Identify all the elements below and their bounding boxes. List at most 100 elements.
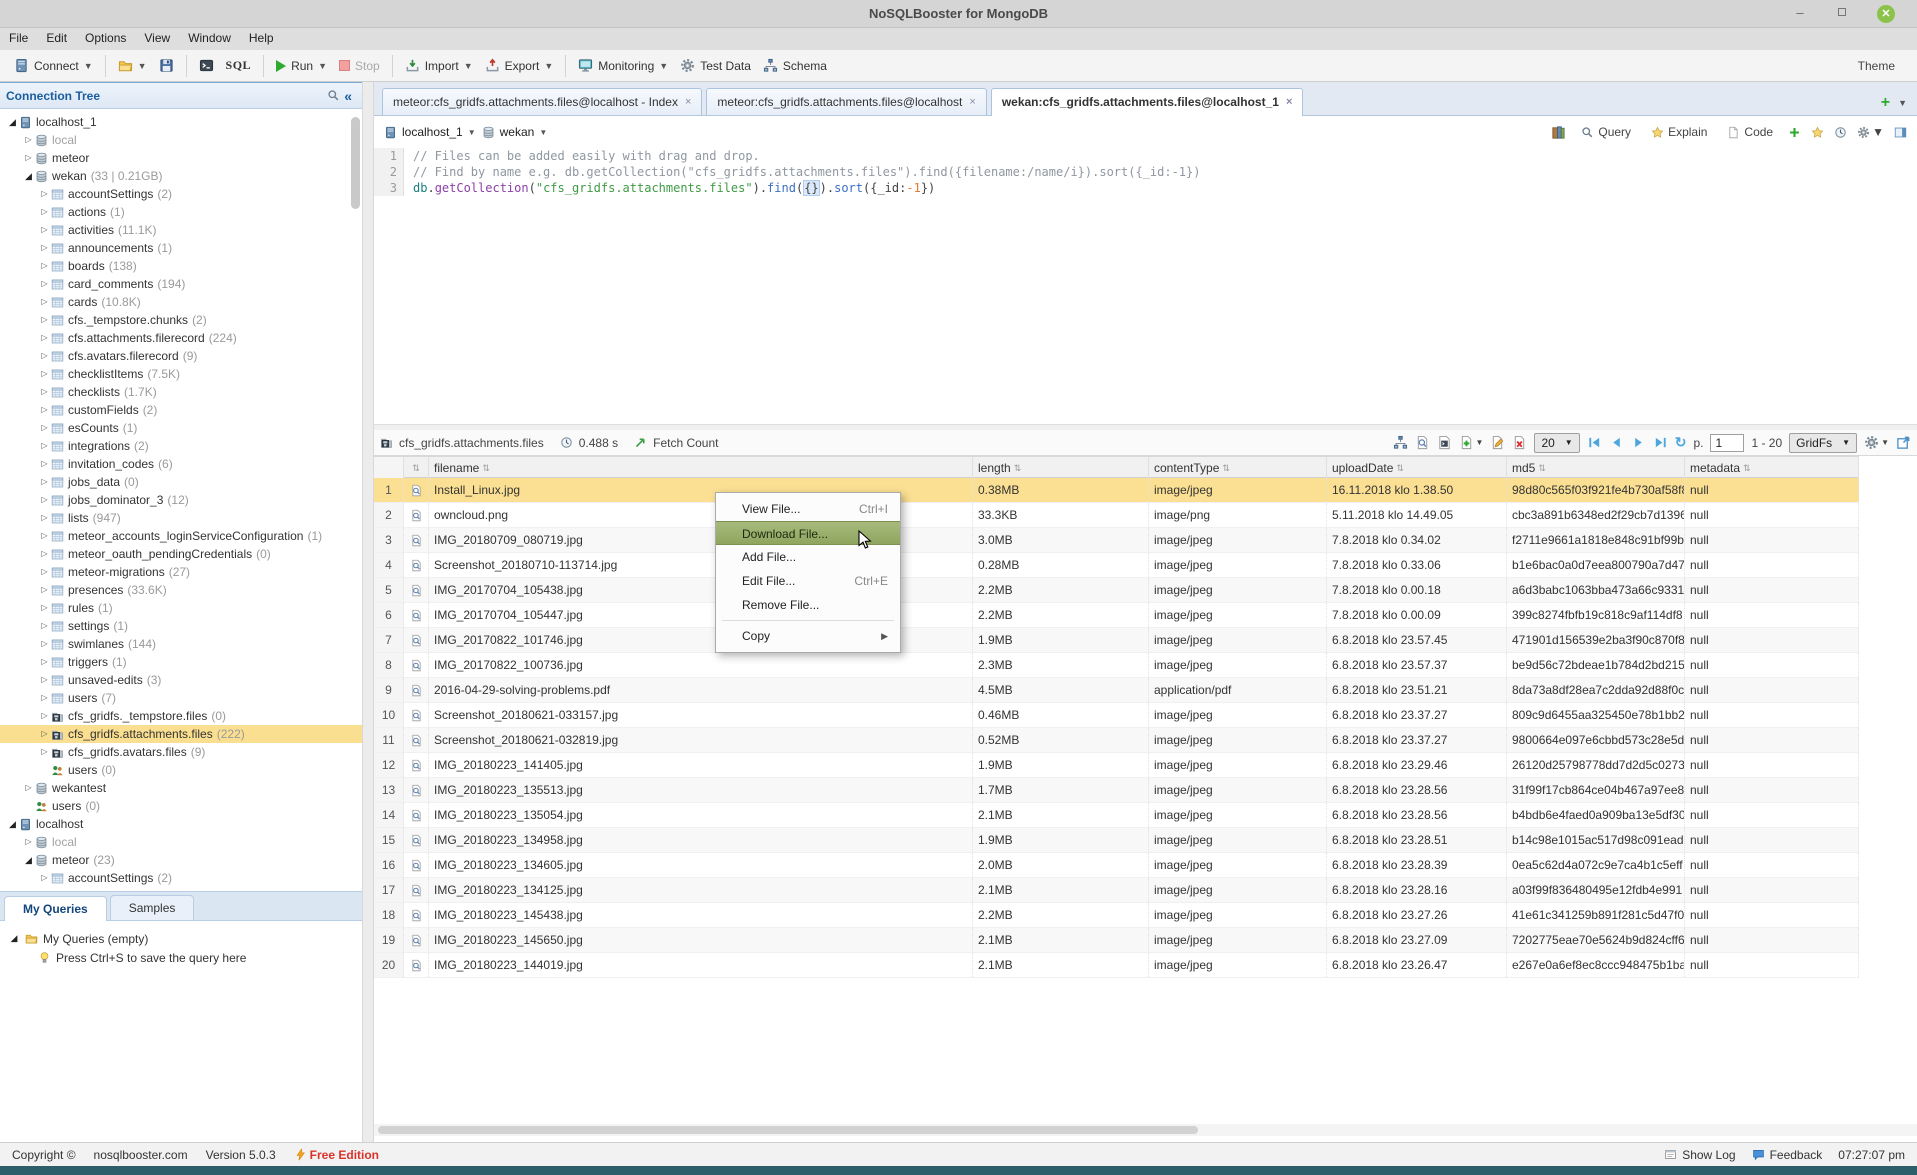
scrollbar-thumb[interactable] bbox=[378, 1126, 1198, 1134]
cell-metadata[interactable]: null bbox=[1685, 778, 1859, 802]
expand-arrow-icon[interactable]: ▷ bbox=[38, 509, 51, 527]
tree-item[interactable]: ◢meteor(23) bbox=[0, 851, 362, 869]
menu-view[interactable]: View bbox=[135, 28, 179, 48]
cell-contentType[interactable]: image/jpeg bbox=[1149, 478, 1327, 502]
menu-file[interactable]: File bbox=[0, 28, 37, 48]
site-link[interactable]: nosqlbooster.com bbox=[94, 1148, 188, 1162]
cell-uploadDate[interactable]: 5.11.2018 klo 14.49.05 bbox=[1327, 503, 1507, 527]
tree-item[interactable]: ▷announcements(1) bbox=[0, 239, 362, 257]
cell-length[interactable]: 2.1MB bbox=[973, 878, 1149, 902]
minimize-button[interactable]: – bbox=[1791, 5, 1809, 23]
tree-item[interactable]: ▷customFields(2) bbox=[0, 401, 362, 419]
cell-contentType[interactable]: image/jpeg bbox=[1149, 578, 1327, 602]
table-row[interactable]: 3IMG_20180709_080719.jpg3.0MBimage/jpeg7… bbox=[374, 528, 1859, 553]
cell-filename[interactable]: IMG_20180223_134605.jpg bbox=[429, 853, 973, 877]
expand-arrow-icon[interactable]: ▷ bbox=[38, 689, 51, 707]
cell-contentType[interactable]: application/pdf bbox=[1149, 678, 1327, 702]
expand-arrow-icon[interactable]: ▷ bbox=[38, 383, 51, 401]
sort-icon[interactable]: ⇅ bbox=[1014, 457, 1022, 479]
breadcrumb-database[interactable]: wekan ▼ bbox=[482, 125, 548, 139]
cell-metadata[interactable]: null bbox=[1685, 878, 1859, 902]
cell-uploadDate[interactable]: 6.8.2018 klo 23.57.45 bbox=[1327, 628, 1507, 652]
cell-length[interactable]: 1.7MB bbox=[973, 778, 1149, 802]
cell-metadata[interactable]: null bbox=[1685, 628, 1859, 652]
expand-arrow-icon[interactable]: ▷ bbox=[38, 707, 51, 725]
editor-settings-button[interactable]: ▼ bbox=[1857, 125, 1884, 139]
cell-md5[interactable]: 41e61c341259b891f281c5d47f0 bbox=[1507, 903, 1685, 927]
run-button[interactable]: Run ▼ bbox=[270, 55, 333, 77]
tree-item[interactable]: ▷cfs_gridfs._tempstore.files(0) bbox=[0, 707, 362, 725]
cell-metadata[interactable]: null bbox=[1685, 853, 1859, 877]
expand-arrow-icon[interactable]: ▷ bbox=[38, 455, 51, 473]
cell-contentType[interactable]: image/jpeg bbox=[1149, 928, 1327, 952]
table-row[interactable]: 18IMG_20180223_145438.jpg2.2MBimage/jpeg… bbox=[374, 903, 1859, 928]
expand-arrow-icon[interactable]: ▷ bbox=[38, 401, 51, 419]
menu-window[interactable]: Window bbox=[179, 28, 240, 48]
tree-item[interactable]: ◢localhost_1 bbox=[0, 113, 362, 131]
sort-icon[interactable]: ⇅ bbox=[482, 457, 490, 479]
cell-contentType[interactable]: image/jpeg bbox=[1149, 628, 1327, 652]
cell-metadata[interactable]: null bbox=[1685, 928, 1859, 952]
edit-document-icon[interactable] bbox=[1490, 435, 1505, 450]
results-settings-button[interactable]: ▼ bbox=[1864, 435, 1889, 450]
query-editor[interactable]: 1// Files can be added easily with drag … bbox=[374, 148, 1917, 424]
cell-md5[interactable]: cbc3a891b6348ed2f29cb7d1396 bbox=[1507, 503, 1685, 527]
expand-arrow-icon[interactable]: ▷ bbox=[38, 653, 51, 671]
column-header-metadata[interactable]: metadata⇅ bbox=[1685, 457, 1859, 479]
tree-item[interactable]: ▷cfs.attachments.filerecord(224) bbox=[0, 329, 362, 347]
show-log-button[interactable]: Show Log bbox=[1664, 1148, 1735, 1162]
expand-arrow-icon[interactable]: ▷ bbox=[38, 599, 51, 617]
view-mode-select[interactable]: GridFs ▼ bbox=[1789, 433, 1857, 453]
sort-icon[interactable]: ⇅ bbox=[412, 457, 420, 479]
tab-close-icon[interactable]: × bbox=[685, 96, 691, 108]
cell-md5[interactable]: 31f99f17cb864ce04b467a97ee8 bbox=[1507, 778, 1685, 802]
cell-md5[interactable]: 26120d25798778dd7d2d5c0273 bbox=[1507, 753, 1685, 777]
expand-arrow-icon[interactable]: ▷ bbox=[38, 347, 51, 365]
cell-uploadDate[interactable]: 7.8.2018 klo 0.34.02 bbox=[1327, 528, 1507, 552]
cell-md5[interactable]: 7202775eae70e5624b9d824cff6 bbox=[1507, 928, 1685, 952]
tree-item[interactable]: ▷users(7) bbox=[0, 689, 362, 707]
cell-md5[interactable]: b4bdb6e4faed0a909ba13e5df30 bbox=[1507, 803, 1685, 827]
cell-metadata[interactable]: null bbox=[1685, 503, 1859, 527]
cell-contentType[interactable]: image/jpeg bbox=[1149, 703, 1327, 727]
table-row[interactable]: 6IMG_20170704_105447.jpg2.2MBimage/jpeg7… bbox=[374, 603, 1859, 628]
expand-arrow-icon[interactable]: ▷ bbox=[38, 635, 51, 653]
page-number-input[interactable] bbox=[1710, 434, 1744, 452]
expand-arrow-icon[interactable]: ▷ bbox=[38, 743, 51, 761]
tree-item[interactable]: ▷cards(10.8K) bbox=[0, 293, 362, 311]
cell-metadata[interactable]: null bbox=[1685, 553, 1859, 577]
row-view-cell[interactable] bbox=[404, 878, 429, 902]
expand-arrow-icon[interactable]: ▷ bbox=[38, 275, 51, 293]
import-button[interactable]: Import ▼ bbox=[399, 54, 479, 77]
cell-filename[interactable]: IMG_20180223_135054.jpg bbox=[429, 803, 973, 827]
cell-metadata[interactable]: null bbox=[1685, 803, 1859, 827]
tree-item[interactable]: ◢localhost bbox=[0, 815, 362, 833]
open-in-new-window-icon[interactable] bbox=[1896, 435, 1911, 450]
export-button[interactable]: Export ▼ bbox=[479, 54, 560, 77]
my-queries-root[interactable]: ◢ My Queries (empty) bbox=[8, 929, 362, 948]
tree-item[interactable]: ▷cfs_gridfs.avatars.files(9) bbox=[0, 743, 362, 761]
breadcrumb-connection[interactable]: localhost_1 ▼ bbox=[384, 125, 476, 139]
table-row[interactable]: 16IMG_20180223_134605.jpg2.0MBimage/jpeg… bbox=[374, 853, 1859, 878]
cell-contentType[interactable]: image/jpeg bbox=[1149, 778, 1327, 802]
table-row[interactable]: 12IMG_20180223_141405.jpg1.9MBimage/jpeg… bbox=[374, 753, 1859, 778]
shell-button[interactable] bbox=[193, 54, 220, 77]
cell-filename[interactable]: Screenshot_20180621-033157.jpg bbox=[429, 703, 973, 727]
favorites-star-icon[interactable] bbox=[1811, 126, 1824, 139]
expand-arrow-icon[interactable]: ▷ bbox=[22, 131, 35, 149]
tab-close-icon[interactable]: × bbox=[1286, 96, 1292, 108]
table-row[interactable]: 2owncloud.png33.3KBimage/png5.11.2018 kl… bbox=[374, 503, 1859, 528]
cell-uploadDate[interactable]: 6.8.2018 klo 23.28.51 bbox=[1327, 828, 1507, 852]
theme-button[interactable]: Theme bbox=[1858, 59, 1909, 73]
query-builder-button[interactable]: Query bbox=[1576, 122, 1636, 142]
tree-item[interactable]: ▷card_comments(194) bbox=[0, 275, 362, 293]
table-row[interactable]: 5IMG_20170704_105438.jpg2.2MBimage/jpeg7… bbox=[374, 578, 1859, 603]
row-view-cell[interactable] bbox=[404, 778, 429, 802]
cell-contentType[interactable]: image/jpeg bbox=[1149, 878, 1327, 902]
cell-length[interactable]: 2.2MB bbox=[973, 603, 1149, 627]
cell-uploadDate[interactable]: 6.8.2018 klo 23.28.39 bbox=[1327, 853, 1507, 877]
document-tab[interactable]: meteor:cfs_gridfs.attachments.files@loca… bbox=[706, 88, 986, 115]
expand-arrow-icon[interactable]: ▷ bbox=[38, 869, 51, 887]
tree-item[interactable]: ▷cfs_gridfs.attachments.files(222) bbox=[0, 725, 362, 743]
cell-filename[interactable]: IMG_20180223_145438.jpg bbox=[429, 903, 973, 927]
